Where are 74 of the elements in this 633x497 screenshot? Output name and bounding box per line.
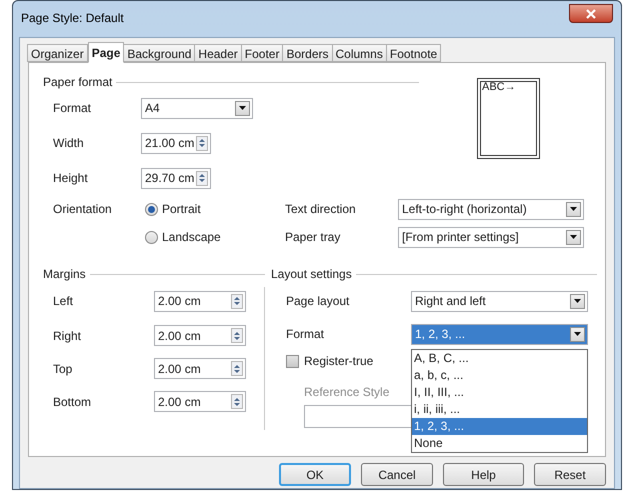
checkbox[interactable]: Register-true: [286, 352, 374, 370]
caret-icon: [570, 207, 577, 211]
caret-icon: [574, 299, 581, 303]
dropdown-field[interactable]: [From printer settings]: [398, 226, 584, 248]
close-icon: [586, 8, 596, 18]
dropdown-option[interactable]: 1, 2, 3, ...: [412, 418, 587, 435]
up-down-icon: [234, 296, 240, 306]
tab[interactable]: Columns: [332, 44, 387, 62]
dialog-button[interactable]: Reset: [534, 463, 606, 486]
field-label: Width: [53, 135, 85, 152]
spin-buttons[interactable]: [196, 136, 208, 150]
spin-field[interactable]: 29.70 cm: [141, 168, 211, 188]
spin-field[interactable]: 2.00 cm: [154, 290, 246, 312]
spin-field[interactable]: 21.00 cm: [141, 132, 211, 154]
caret-icon: [574, 332, 581, 336]
up-down-icon: [234, 396, 240, 406]
up-down-icon: [199, 138, 205, 148]
section-title: Layout settings: [271, 266, 352, 283]
spin-buttons[interactable]: [231, 328, 243, 343]
section-title: Paper format: [43, 74, 112, 91]
dropdown-button[interactable]: [570, 326, 585, 342]
field-label: Page layout: [286, 293, 350, 310]
spin-field[interactable]: 2.00 cm: [154, 358, 246, 379]
dropdown-option[interactable]: a, b, c, ...: [412, 367, 587, 384]
field-label: Format: [286, 326, 326, 343]
tab[interactable]: Header: [194, 44, 242, 62]
dropdown-button[interactable]: [570, 294, 585, 308]
up-down-icon: [234, 330, 240, 340]
dialog-button[interactable]: OK: [279, 463, 351, 486]
dropdown-button[interactable]: [566, 202, 581, 216]
dropdown-option[interactable]: A, B, C, ...: [412, 350, 587, 367]
dropdown-option[interactable]: I, II, III, ...: [412, 384, 587, 401]
field-label: Format: [53, 100, 92, 117]
caret-icon: [239, 106, 246, 110]
field-label: Right: [53, 328, 82, 344]
section-title: Margins: [43, 266, 86, 283]
dropdown-button[interactable]: [235, 100, 250, 116]
radio-button[interactable]: Landscape: [145, 228, 285, 246]
dropdown-field[interactable]: Right and left: [411, 290, 588, 312]
window-title: Page Style: Default: [21, 10, 124, 27]
radio-button[interactable]: Portrait: [145, 200, 285, 218]
dropdown-field[interactable]: Left-to-right (horizontal): [398, 198, 584, 220]
caret-icon: [570, 235, 577, 239]
preview-text: ABC→: [482, 82, 516, 93]
dialog-button[interactable]: Cancel: [361, 463, 433, 486]
dropdown-field[interactable]: A4: [141, 98, 253, 118]
spin-field[interactable]: 2.00 cm: [154, 391, 246, 412]
dropdown-field[interactable]: 1, 2, 3, ...: [411, 324, 588, 344]
tab[interactable]: Footnote: [386, 44, 442, 62]
tab[interactable]: Borders: [282, 44, 332, 62]
field-label: Reference Style: [304, 384, 390, 401]
tab[interactable]: Organizer: [27, 44, 88, 62]
spin-buttons[interactable]: [231, 361, 243, 376]
tab[interactable]: Page: [88, 42, 124, 63]
close-button[interactable]: [569, 4, 613, 23]
spin-buttons[interactable]: [231, 394, 243, 409]
field-label: Paper tray: [285, 229, 342, 246]
up-down-icon: [234, 364, 240, 374]
field-label: Orientation: [53, 201, 113, 218]
spin-field[interactable]: 2.00 cm: [154, 325, 246, 346]
field-label: Height: [53, 170, 89, 187]
field-label: Bottom: [53, 394, 92, 410]
tab[interactable]: Background: [123, 44, 196, 62]
dropdown-option[interactable]: i, ii, iii, ...: [412, 401, 587, 418]
spin-buttons[interactable]: [231, 294, 243, 308]
up-down-icon: [199, 173, 205, 183]
field-label: Text direction: [285, 201, 357, 218]
field-label: Top: [53, 360, 74, 378]
dropdown-button[interactable]: [566, 230, 581, 244]
dialog-button[interactable]: Help: [443, 463, 524, 486]
dropdown-option[interactable]: None: [412, 435, 587, 452]
field-label: Left: [53, 293, 74, 310]
tab[interactable]: Footer: [240, 44, 284, 62]
spin-buttons[interactable]: [196, 170, 208, 186]
